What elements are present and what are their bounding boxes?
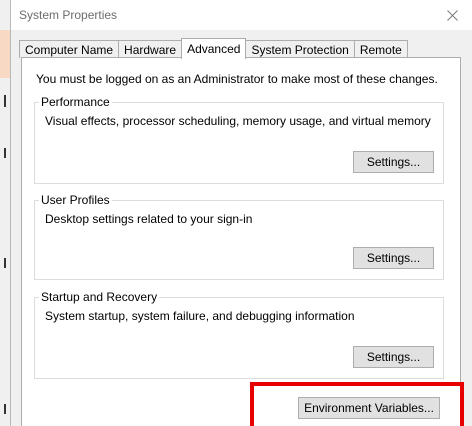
performance-description: Visual effects, processor scheduling, me… xyxy=(45,114,431,128)
tab-computer-name[interactable]: Computer Name xyxy=(19,40,120,58)
background-window-edge xyxy=(0,0,10,426)
background-mark xyxy=(4,258,6,268)
environment-variables-button[interactable]: Environment Variables... xyxy=(298,397,440,419)
user-profiles-description: Desktop settings related to your sign-in xyxy=(45,212,253,226)
tab-advanced[interactable]: Advanced xyxy=(181,38,247,59)
window-title: System Properties xyxy=(19,8,118,22)
advanced-tab-panel: You must be logged on as an Administrato… xyxy=(21,57,461,426)
user-profiles-group: User Profiles Desktop settings related t… xyxy=(34,193,444,280)
background-mark xyxy=(4,148,6,158)
close-icon xyxy=(446,9,458,21)
system-properties-dialog: System Properties Computer Name Hardware… xyxy=(10,0,472,426)
admin-notice: You must be logged on as an Administrato… xyxy=(36,72,438,86)
user-profiles-settings-button[interactable]: Settings... xyxy=(353,247,434,269)
background-accent xyxy=(0,30,10,78)
title-bar: System Properties xyxy=(11,0,472,30)
performance-group-title: Performance xyxy=(39,95,112,109)
performance-group: Performance Visual effects, processor sc… xyxy=(34,95,444,184)
close-button[interactable] xyxy=(432,0,472,30)
tab-hardware[interactable]: Hardware xyxy=(118,40,183,58)
background-mark xyxy=(4,404,6,414)
tab-strip: Computer Name Hardware Advanced System P… xyxy=(19,38,408,59)
user-profiles-group-title: User Profiles xyxy=(39,193,112,207)
startup-recovery-group: Startup and Recovery System startup, sys… xyxy=(34,290,444,379)
background-mark xyxy=(4,95,6,107)
startup-recovery-settings-button[interactable]: Settings... xyxy=(353,346,434,368)
performance-settings-button[interactable]: Settings... xyxy=(353,151,434,173)
startup-recovery-description: System startup, system failure, and debu… xyxy=(45,309,355,323)
tab-system-protection[interactable]: System Protection xyxy=(245,40,355,58)
tab-remote[interactable]: Remote xyxy=(353,40,408,58)
startup-recovery-group-title: Startup and Recovery xyxy=(39,290,160,304)
